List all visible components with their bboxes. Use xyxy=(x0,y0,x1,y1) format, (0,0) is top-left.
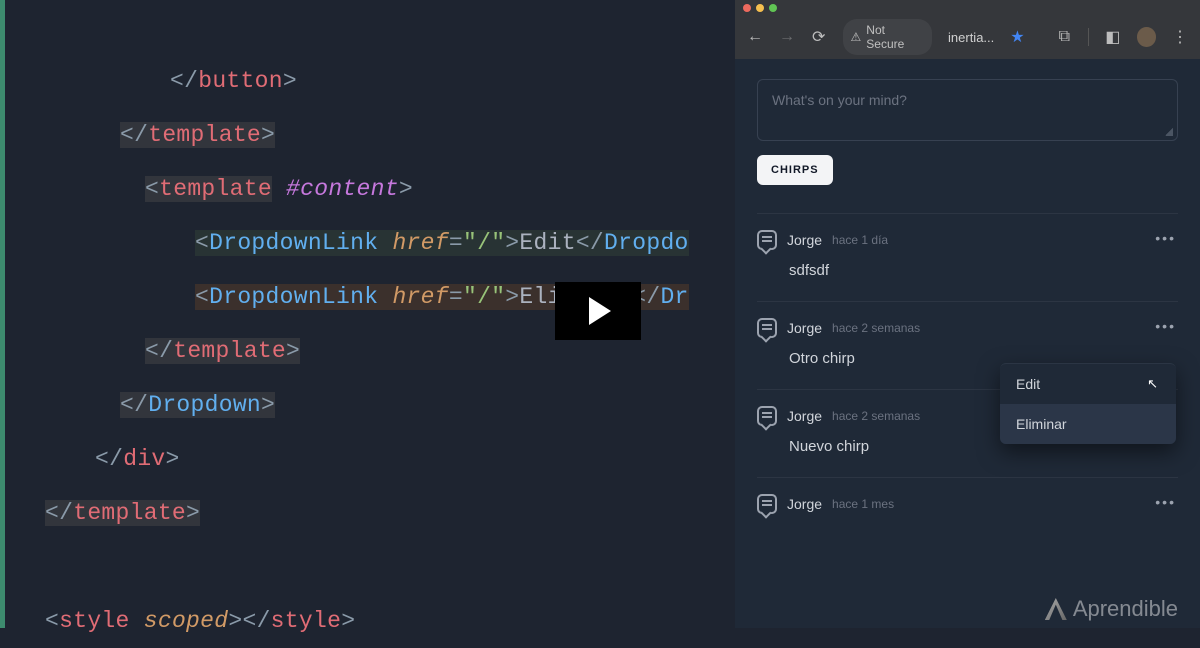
tab-title[interactable]: inertia... xyxy=(948,30,994,45)
chirp-dropdown: Edit ↖ Eliminar xyxy=(1000,363,1176,444)
chat-icon xyxy=(757,406,777,426)
menu-dots-icon[interactable]: ⋮ xyxy=(1172,29,1188,45)
chirp-menu-icon[interactable]: ••• xyxy=(1155,318,1176,334)
back-icon[interactable]: ← xyxy=(747,29,763,45)
maximize-window-icon[interactable] xyxy=(769,4,777,12)
watermark-logo-icon xyxy=(1045,598,1067,620)
reload-icon[interactable]: ⟳ xyxy=(811,29,827,45)
chirp-author: Jorge xyxy=(787,232,822,248)
bookmark-star-icon[interactable]: ★ xyxy=(1010,27,1024,47)
close-window-icon[interactable] xyxy=(743,4,751,12)
browser-toolbar: ← → ⟳ ⚠ Not Secure inertia... ★ ⧉ ◧ ⋮ xyxy=(735,15,1200,59)
profile-avatar[interactable] xyxy=(1137,27,1156,47)
chirp-time: hace 1 día xyxy=(832,233,888,247)
chirp-body: sdfsdf xyxy=(757,250,1178,279)
browser-window: ← → ⟳ ⚠ Not Secure inertia... ★ ⧉ ◧ ⋮ Wh… xyxy=(735,0,1200,628)
chirp-time: hace 1 mes xyxy=(832,497,894,511)
dropdown-edit[interactable]: Edit ↖ xyxy=(1000,364,1176,404)
app-content: What's on your mind? CHIRPS Jorge hace 1… xyxy=(735,59,1200,628)
play-icon xyxy=(589,297,611,325)
composer-textarea[interactable]: What's on your mind? xyxy=(757,79,1178,141)
chirp-author: Jorge xyxy=(787,408,822,424)
chirp-item: Jorge hace 1 día ••• sdfsdf xyxy=(757,213,1178,301)
minimize-window-icon[interactable] xyxy=(756,4,764,12)
template-directive: #content xyxy=(286,176,399,202)
warning-icon: ⚠ xyxy=(851,30,862,44)
sidepanel-icon[interactable]: ◧ xyxy=(1105,29,1121,45)
forward-icon[interactable]: → xyxy=(779,29,795,45)
chirp-menu-icon[interactable]: ••• xyxy=(1155,494,1176,510)
dropdown-delete[interactable]: Eliminar xyxy=(1000,404,1176,444)
chirp-time: hace 2 semanas xyxy=(832,409,920,423)
security-badge[interactable]: ⚠ Not Secure xyxy=(843,19,933,55)
extensions-icon[interactable]: ⧉ xyxy=(1057,29,1073,45)
watermark: Aprendible xyxy=(1045,596,1178,622)
chat-icon xyxy=(757,494,777,514)
chirp-author: Jorge xyxy=(787,496,822,512)
chat-icon xyxy=(757,318,777,338)
composer-placeholder: What's on your mind? xyxy=(772,92,907,108)
chirp-author: Jorge xyxy=(787,320,822,336)
chat-icon xyxy=(757,230,777,250)
window-traffic-lights xyxy=(735,0,1200,15)
cursor-icon: ↖ xyxy=(1147,376,1158,392)
chirp-time: hace 2 semanas xyxy=(832,321,920,335)
component-name: DropdownLink xyxy=(209,230,378,256)
video-play-button[interactable] xyxy=(555,282,641,340)
security-text: Not Secure xyxy=(866,23,924,51)
chirps-button[interactable]: CHIRPS xyxy=(757,155,833,185)
chirp-item: Jorge hace 1 mes ••• xyxy=(757,477,1178,536)
chirp-menu-icon[interactable]: ••• xyxy=(1155,230,1176,246)
